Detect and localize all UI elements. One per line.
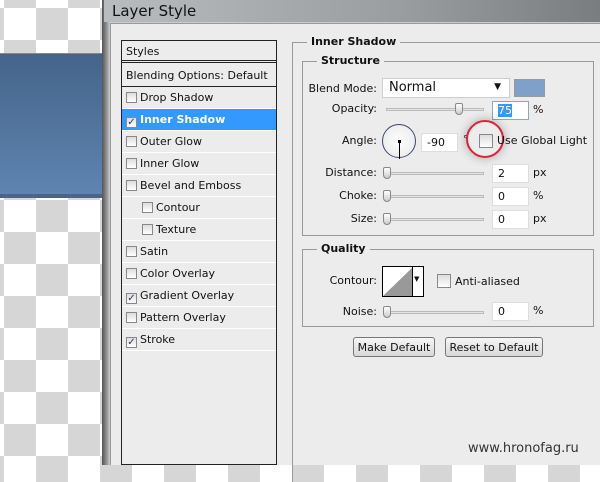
style-item-label: Inner Shadow	[140, 113, 226, 126]
opacity-unit: %	[533, 103, 544, 116]
checkbox[interactable]	[142, 224, 153, 235]
opacity-input[interactable]: 75	[492, 101, 529, 120]
style-item[interactable]: ✓ Inner Shadow	[122, 109, 276, 131]
style-item-label: Satin	[140, 245, 169, 258]
contour-curve-icon	[383, 267, 413, 296]
anti-aliased-checkbox[interactable]	[437, 274, 451, 288]
distance-unit: px	[533, 166, 547, 179]
noise-value: 0	[498, 305, 505, 318]
size-label: Size:	[350, 212, 377, 225]
distance-input[interactable]: 2	[492, 164, 529, 183]
style-item[interactable]: Inner Glow	[122, 153, 276, 175]
checkbox[interactable]	[142, 202, 153, 213]
shadow-color-swatch[interactable]	[514, 79, 545, 97]
opacity-slider[interactable]	[386, 108, 484, 111]
style-item-label: Outer Glow	[140, 135, 203, 148]
choke-value: 0	[498, 190, 505, 203]
distance-slider-thumb[interactable]	[383, 167, 391, 179]
size-unit: px	[533, 212, 547, 225]
style-item[interactable]: Satin	[122, 241, 276, 263]
styles-list: Styles Blending Options: Default Drop Sh…	[121, 40, 277, 465]
size-input[interactable]: 0	[492, 210, 529, 229]
style-item[interactable]: Texture	[122, 219, 276, 241]
style-item[interactable]: ✓ Stroke	[122, 329, 276, 351]
angle-input[interactable]: -90	[421, 133, 458, 152]
style-item[interactable]: ✓ Gradient Overlay	[122, 285, 276, 307]
style-item-label: Texture	[156, 223, 197, 236]
blend-mode-value: Normal	[389, 80, 437, 95]
opacity-value: 75	[498, 104, 512, 117]
contour-label: Contour:	[329, 274, 377, 287]
checked-checkbox[interactable]: ✓	[126, 293, 137, 304]
use-global-light-checkbox[interactable]	[479, 134, 493, 148]
anti-aliased-label[interactable]: Anti-aliased	[455, 275, 520, 288]
choke-slider[interactable]	[386, 195, 484, 198]
style-item-label: Inner Glow	[140, 157, 200, 170]
distance-value: 2	[498, 167, 505, 180]
style-item[interactable]: Outer Glow	[122, 131, 276, 153]
checkbox[interactable]	[126, 246, 137, 257]
blend-mode-label: Blend Mode:	[308, 82, 378, 95]
size-value: 0	[498, 213, 505, 226]
distance-slider[interactable]	[386, 172, 484, 175]
noise-unit: %	[533, 304, 544, 317]
noise-slider-thumb[interactable]	[383, 306, 391, 318]
structure-title: Structure	[317, 54, 384, 67]
style-item-label: Pattern Overlay	[140, 311, 226, 324]
choke-label: Choke:	[339, 189, 377, 202]
checked-checkbox[interactable]: ✓	[126, 117, 137, 128]
styles-header[interactable]: Styles	[122, 41, 276, 63]
opacity-slider-thumb[interactable]	[455, 103, 463, 115]
blend-mode-select[interactable]: Normal ▼	[382, 78, 510, 98]
size-slider-thumb[interactable]	[383, 213, 391, 225]
checkbox[interactable]	[126, 180, 137, 191]
reset-to-default-button[interactable]: Reset to Default	[445, 337, 543, 357]
chevron-down-icon: ▼	[414, 275, 420, 283]
style-item[interactable]: Pattern Overlay	[122, 307, 276, 329]
checkbox[interactable]	[126, 268, 137, 279]
checkbox[interactable]	[126, 136, 137, 147]
contour-picker[interactable]: ▼	[382, 266, 424, 297]
canvas-layer-band	[0, 53, 104, 198]
opacity-label: Opacity:	[331, 102, 377, 115]
watermark: www.hronofag.ru	[468, 441, 579, 456]
style-item[interactable]: Drop Shadow	[122, 87, 276, 109]
dialog-title[interactable]: Layer Style	[104, 0, 600, 22]
checked-checkbox[interactable]: ✓	[126, 337, 137, 348]
checkbox[interactable]	[126, 92, 137, 103]
make-default-button[interactable]: Make Default	[353, 337, 435, 357]
choke-unit: %	[533, 189, 544, 202]
noise-slider[interactable]	[386, 311, 484, 314]
chevron-down-icon: ▼	[494, 82, 501, 92]
checkbox[interactable]	[126, 312, 137, 323]
angle-label: Angle:	[341, 134, 377, 147]
style-item-label: Drop Shadow	[140, 91, 214, 104]
noise-input[interactable]: 0	[492, 302, 529, 321]
choke-input[interactable]: 0	[492, 187, 529, 206]
style-item-label: Contour	[156, 201, 200, 214]
style-item[interactable]: Contour	[122, 197, 276, 219]
angle-value: -90	[427, 136, 445, 149]
style-item-label: Stroke	[140, 333, 176, 346]
noise-label: Noise:	[342, 305, 377, 318]
quality-title: Quality	[317, 242, 370, 255]
blending-options[interactable]: Blending Options: Default	[122, 65, 276, 87]
distance-label: Distance:	[325, 166, 377, 179]
angle-dial[interactable]	[382, 124, 416, 159]
style-item[interactable]: Color Overlay	[122, 263, 276, 285]
style-item-label: Bevel and Emboss	[140, 179, 242, 192]
style-item-label: Gradient Overlay	[140, 289, 235, 302]
use-global-light-label[interactable]: Use Global Light	[497, 134, 587, 147]
style-item-label: Color Overlay	[140, 267, 215, 280]
checkbox[interactable]	[126, 158, 137, 169]
choke-slider-thumb[interactable]	[383, 190, 391, 202]
style-item[interactable]: Bevel and Emboss	[122, 175, 276, 197]
size-slider[interactable]	[386, 218, 484, 221]
inner-shadow-title: Inner Shadow	[307, 35, 401, 48]
